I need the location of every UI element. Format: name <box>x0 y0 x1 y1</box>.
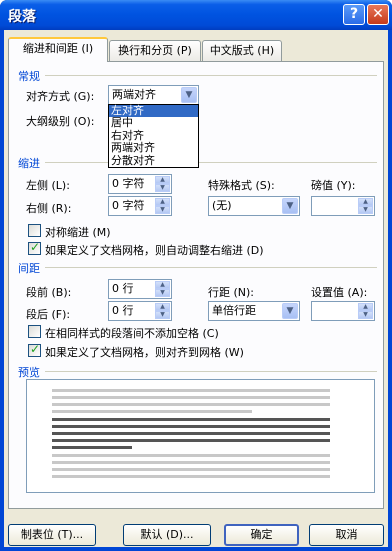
auto-adjust-indent-checkbox[interactable] <box>28 240 41 255</box>
right-indent-label: 右侧 (R): <box>26 202 72 215</box>
left-indent-spinner[interactable]: 0 字符 ▲ ▼ <box>108 174 172 194</box>
tabs-button[interactable]: 制表位 (T)... <box>8 524 96 546</box>
preview-next-line <box>52 461 330 464</box>
spacing-heading: 间距 <box>18 262 40 275</box>
alignment-value: 两端对齐 <box>112 88 156 101</box>
preview-prev-line <box>52 410 252 413</box>
default-button[interactable]: 默认 (D)... <box>123 524 211 546</box>
preview-sample-line <box>52 446 132 449</box>
indent-by-label: 磅值 (Y): <box>311 179 356 192</box>
indent-by-spinner[interactable]: ▲ ▼ <box>311 196 375 216</box>
spin-up-icon[interactable]: ▲ <box>155 198 170 206</box>
line-spacing-value: 单倍行距 <box>212 304 256 317</box>
align-option-center[interactable]: 居中 <box>109 117 198 129</box>
align-option-distributed[interactable]: 分散对齐 <box>109 154 198 167</box>
window-border-bottom <box>0 547 392 551</box>
preview-sample-line <box>52 439 330 442</box>
alignment-select[interactable]: 两端对齐 ▼ <box>108 85 199 105</box>
tab-asian-typography[interactable]: 中文版式 (H) <box>202 40 282 61</box>
spin-up-icon[interactable]: ▲ <box>358 303 373 311</box>
preview-next-line <box>52 475 330 478</box>
special-indent-value: (无) <box>212 199 232 212</box>
spin-down-icon[interactable]: ▼ <box>155 311 170 319</box>
preview-box <box>26 379 375 493</box>
window-border-right <box>388 30 392 551</box>
chevron-down-icon[interactable]: ▼ <box>181 87 197 103</box>
outline-level-label: 大纲级别 (O): <box>26 115 95 128</box>
spin-up-icon[interactable]: ▲ <box>155 281 170 289</box>
close-button[interactable]: ✕ <box>367 4 389 25</box>
right-indent-value: 0 字符 <box>112 199 145 212</box>
space-before-spinner[interactable]: 0 行 ▲ ▼ <box>108 279 172 299</box>
title-bar[interactable]: 段落 ? ✕ <box>0 0 392 30</box>
spin-up-icon[interactable]: ▲ <box>155 303 170 311</box>
space-after-spinner[interactable]: 0 行 ▲ ▼ <box>108 301 172 321</box>
no-space-same-style-checkbox[interactable] <box>28 325 41 338</box>
preview-sample-line <box>52 418 330 421</box>
space-after-value: 0 行 <box>112 304 134 317</box>
line-spacing-select[interactable]: 单倍行距 ▼ <box>208 301 300 321</box>
help-button[interactable]: ? <box>343 4 365 25</box>
preview-next-line <box>52 454 330 457</box>
alignment-label: 对齐方式 (G): <box>26 90 95 103</box>
tab-line-page-breaks[interactable]: 换行和分页 (P) <box>109 40 201 61</box>
preview-divider <box>45 371 377 372</box>
snap-to-grid-checkbox[interactable] <box>28 342 41 357</box>
chevron-down-icon[interactable]: ▼ <box>282 303 298 319</box>
spin-up-icon[interactable]: ▲ <box>358 198 373 206</box>
space-before-label: 段前 (B): <box>26 286 72 299</box>
spacing-at-label: 设置值 (A): <box>311 286 368 299</box>
dialog-title: 段落 <box>8 9 36 25</box>
special-indent-label: 特殊格式 (S): <box>208 179 275 192</box>
preview-prev-line <box>52 403 330 406</box>
indent-divider <box>45 162 377 163</box>
spin-down-icon[interactable]: ▼ <box>358 206 373 214</box>
left-indent-value: 0 字符 <box>112 177 145 190</box>
no-space-same-style-label: 在相同样式的段落间不添加空格 (C) <box>45 327 219 340</box>
preview-prev-line <box>52 396 330 399</box>
space-before-value: 0 行 <box>112 282 134 295</box>
preview-sample-line <box>52 425 330 428</box>
general-divider <box>45 75 377 76</box>
preview-prev-line <box>52 389 330 392</box>
snap-to-grid-label: 如果定义了文档网格，则对齐到网格 (W) <box>45 346 244 359</box>
auto-adjust-indent-label: 如果定义了文档网格，则自动调整右缩进 (D) <box>45 244 264 257</box>
right-indent-spinner[interactable]: 0 字符 ▲ ▼ <box>108 196 172 216</box>
spin-down-icon[interactable]: ▼ <box>155 206 170 214</box>
tab-indent-spacing[interactable]: 缩进和间距 (I) <box>8 37 108 62</box>
align-option-justify[interactable]: 两端对齐 <box>109 141 198 154</box>
spacing-at-spinner[interactable]: ▲ ▼ <box>311 301 375 321</box>
general-heading: 常规 <box>18 70 40 83</box>
alignment-dropdown-list: 左对齐 居中 右对齐 两端对齐 分散对齐 <box>108 104 199 168</box>
indent-heading: 缩进 <box>18 157 40 170</box>
spin-down-icon[interactable]: ▼ <box>155 289 170 297</box>
spin-up-icon[interactable]: ▲ <box>155 176 170 184</box>
special-indent-select[interactable]: (无) ▼ <box>208 196 300 216</box>
space-after-label: 段后 (F): <box>26 308 71 321</box>
preview-sample-line <box>52 432 330 435</box>
preview-next-line <box>52 468 330 471</box>
cancel-button[interactable]: 取消 <box>309 524 384 546</box>
chevron-down-icon[interactable]: ▼ <box>282 198 298 214</box>
ok-button[interactable]: 确定 <box>224 524 299 546</box>
preview-heading: 预览 <box>18 366 40 379</box>
mirror-indents-label: 对称缩进 (M) <box>45 226 111 239</box>
line-spacing-label: 行距 (N): <box>208 286 255 299</box>
spin-down-icon[interactable]: ▼ <box>358 311 373 319</box>
spin-down-icon[interactable]: ▼ <box>155 184 170 192</box>
spacing-divider <box>45 267 377 268</box>
left-indent-label: 左侧 (L): <box>26 179 70 192</box>
mirror-indents-checkbox[interactable] <box>28 224 41 237</box>
